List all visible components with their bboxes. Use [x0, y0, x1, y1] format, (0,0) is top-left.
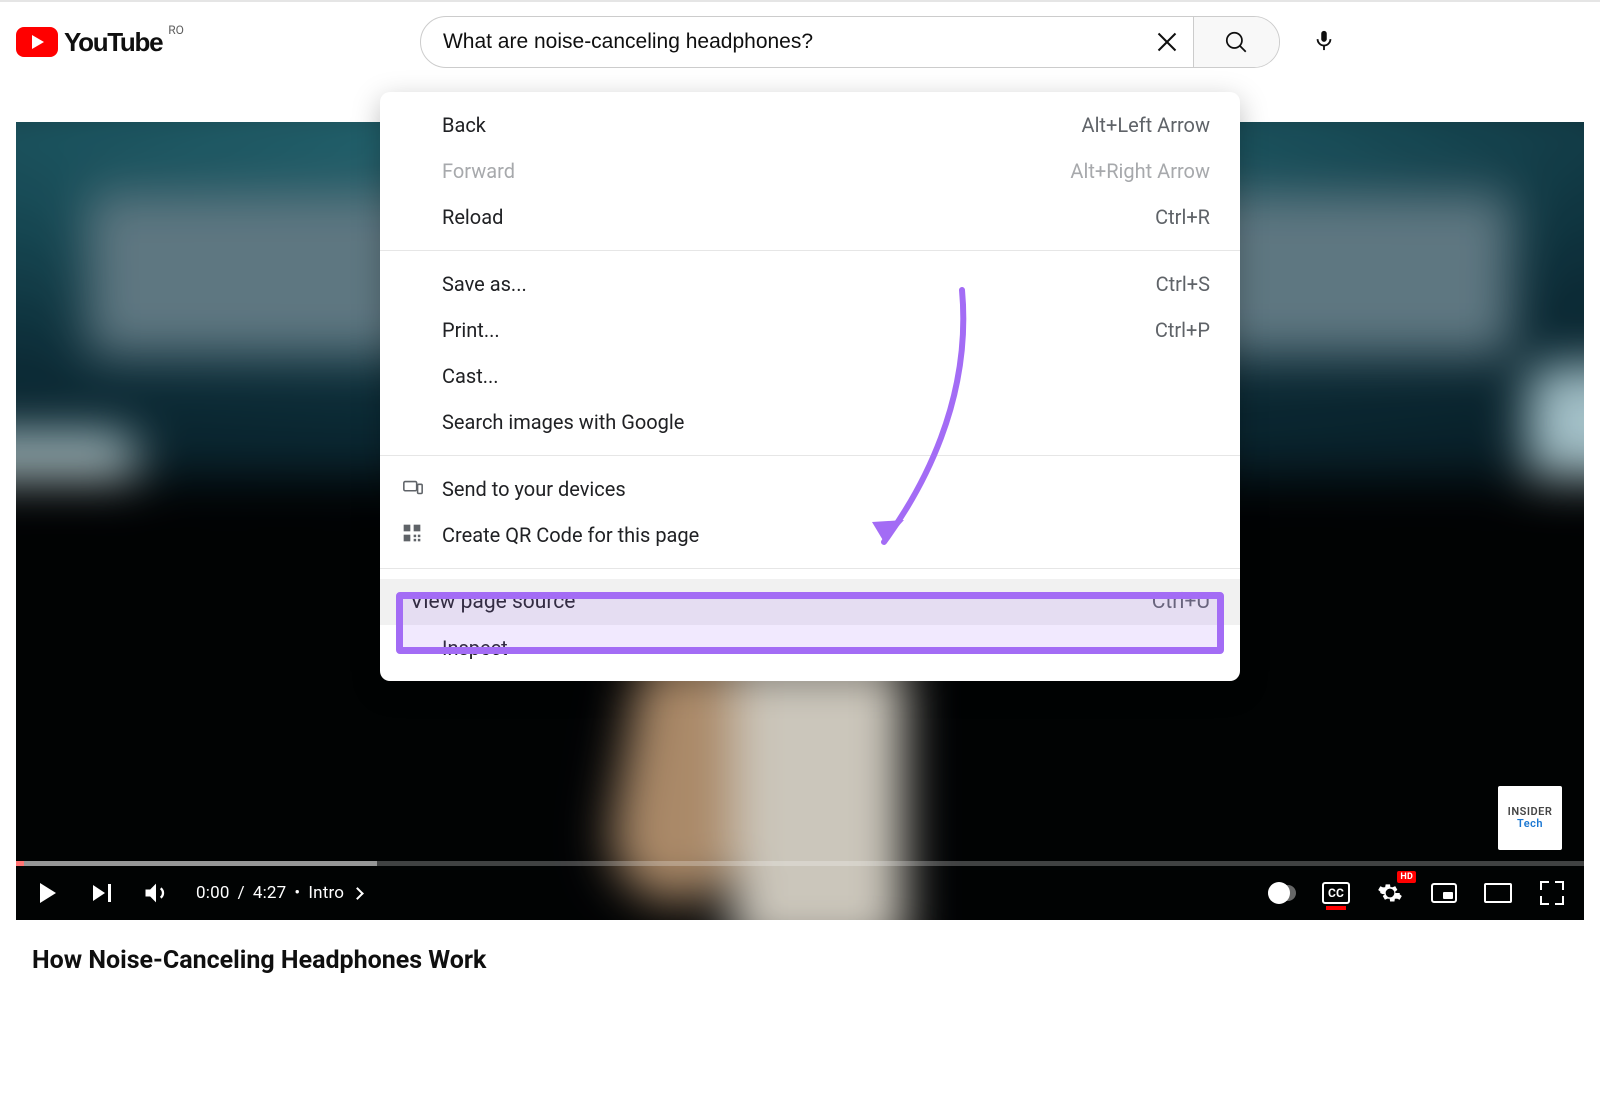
theater-button[interactable]: [1484, 879, 1512, 907]
youtube-wordmark: YouTube: [64, 27, 162, 58]
youtube-play-icon: [16, 27, 58, 57]
ctx-back[interactable]: Back Alt+Left Arrow: [380, 102, 1240, 148]
settings-button[interactable]: HD: [1376, 879, 1404, 907]
browser-context-menu: Back Alt+Left Arrow Forward Alt+Right Ar…: [380, 92, 1240, 681]
youtube-logo[interactable]: YouTube RO: [16, 27, 184, 58]
ctx-save-as[interactable]: Save as... Ctrl+S: [380, 261, 1240, 307]
time-display: 0:00 / 4:27 • Intro: [196, 883, 362, 903]
ctx-send-to-devices[interactable]: Send to your devices: [380, 466, 1240, 512]
voice-search-button[interactable]: [1300, 16, 1348, 64]
next-button[interactable]: [88, 879, 116, 907]
fullscreen-button[interactable]: [1538, 879, 1566, 907]
mute-button[interactable]: [142, 879, 170, 907]
searchbar: [420, 16, 1280, 68]
gear-icon: [1377, 880, 1403, 906]
devices-icon: [402, 477, 426, 501]
play-icon: [40, 883, 56, 903]
ctx-inspect[interactable]: Inspect: [380, 625, 1240, 671]
autoplay-icon: [1268, 885, 1296, 901]
locale-badge: RO: [168, 23, 184, 37]
theater-icon: [1484, 883, 1512, 903]
chapter-button[interactable]: Intro: [308, 883, 361, 903]
chevron-right-icon: [351, 887, 364, 900]
ctx-cast[interactable]: Cast...: [380, 353, 1240, 399]
ctx-reload[interactable]: Reload Ctrl+R: [380, 194, 1240, 240]
close-icon: [1156, 31, 1178, 53]
fullscreen-icon: [1540, 881, 1564, 905]
qr-icon: [402, 523, 426, 547]
channel-watermark[interactable]: INSIDER Tech: [1498, 786, 1562, 850]
next-icon: [93, 884, 111, 902]
search-input[interactable]: [421, 17, 1141, 67]
play-button[interactable]: [34, 879, 62, 907]
ctx-forward: Forward Alt+Right Arrow: [380, 148, 1240, 194]
miniplayer-icon: [1431, 883, 1457, 903]
search-button[interactable]: [1193, 17, 1279, 67]
miniplayer-button[interactable]: [1430, 879, 1458, 907]
autoplay-toggle[interactable]: [1268, 879, 1296, 907]
hd-badge: HD: [1397, 871, 1416, 883]
microphone-icon: [1313, 26, 1335, 54]
player-controls: 0:00 / 4:27 • Intro CC: [16, 866, 1584, 920]
video-title: How Noise-Canceling Headphones Work: [32, 946, 1568, 975]
volume-icon: [142, 879, 170, 907]
cc-icon: CC: [1322, 882, 1350, 904]
ctx-print[interactable]: Print... Ctrl+P: [380, 307, 1240, 353]
subtitles-button[interactable]: CC: [1322, 879, 1350, 907]
clear-search-button[interactable]: [1141, 17, 1193, 67]
ctx-search-images[interactable]: Search images with Google: [380, 399, 1240, 445]
topbar: YouTube RO: [0, 0, 1600, 82]
ctx-create-qr[interactable]: Create QR Code for this page: [380, 512, 1240, 558]
ctx-view-page-source[interactable]: View page source Ctrl+U: [380, 579, 1240, 625]
search-icon: [1223, 29, 1249, 55]
